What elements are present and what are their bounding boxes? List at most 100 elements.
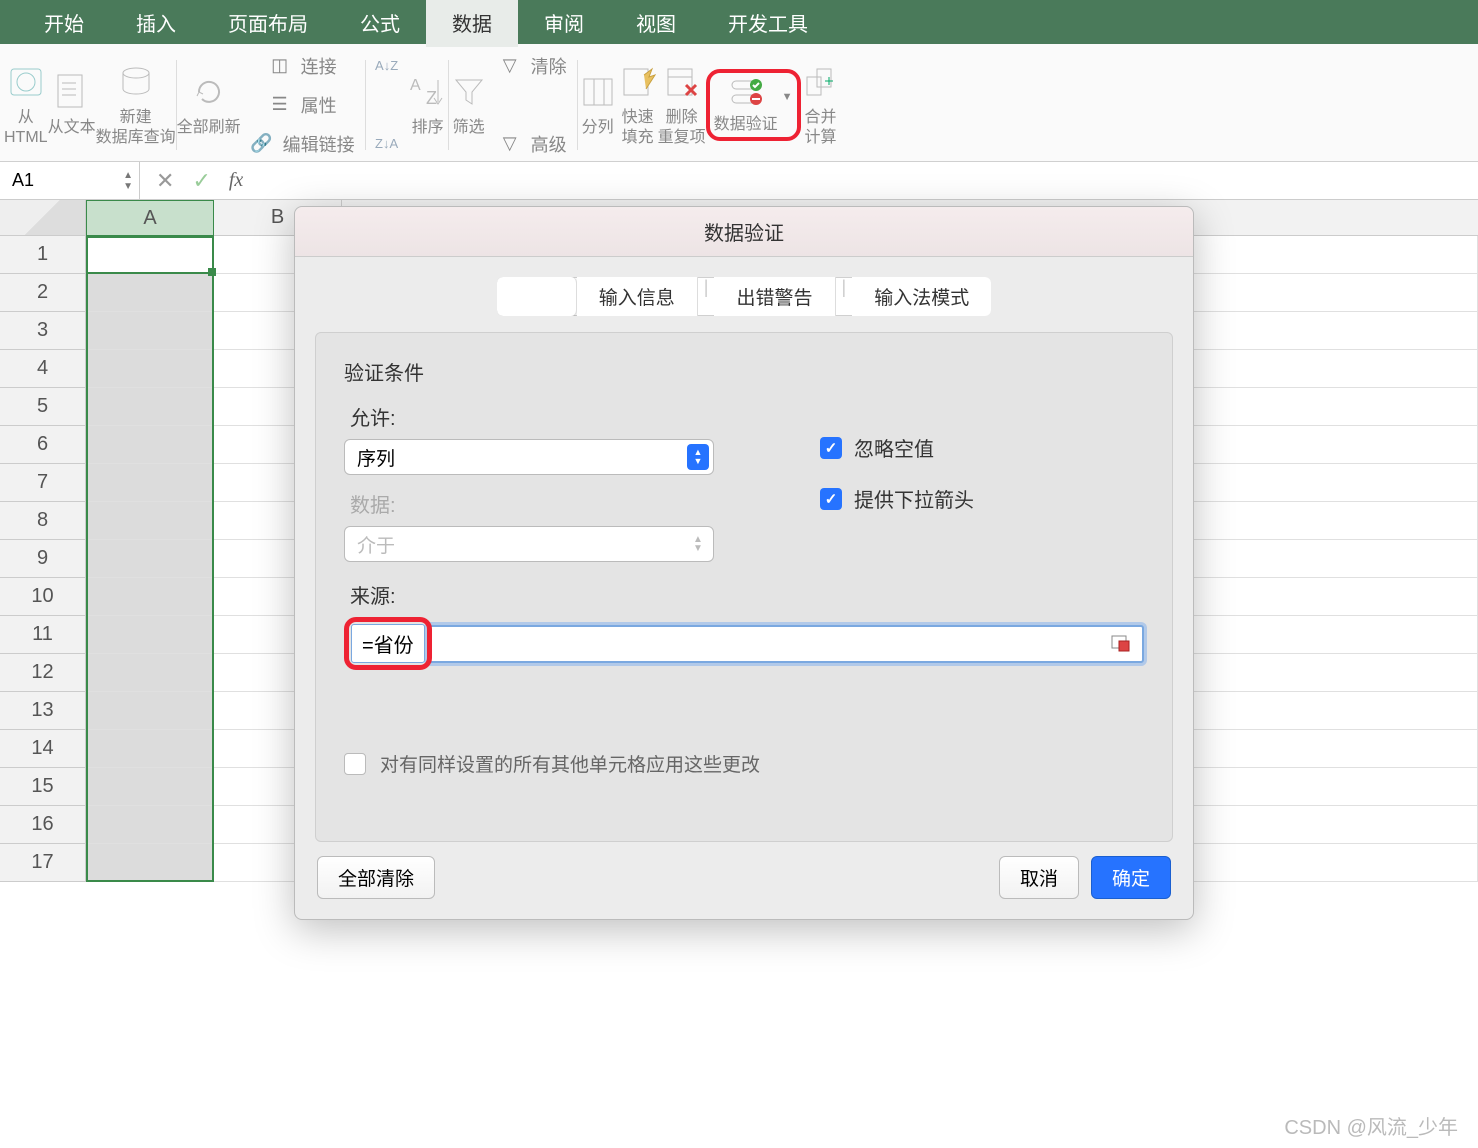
clear-all-button[interactable]: 全部清除 <box>317 856 435 899</box>
watermark: CSDN @风流_少年 <box>1284 1111 1458 1140</box>
cell[interactable] <box>86 692 214 730</box>
edit-links-button[interactable]: 🔗编辑链接 <box>251 128 355 160</box>
funnel-advanced-icon: ▽ <box>499 133 521 155</box>
row-header[interactable]: 10 <box>0 578 86 616</box>
row-header[interactable]: 16 <box>0 806 86 844</box>
advanced-filter-button[interactable]: ▽高级 <box>499 128 567 160</box>
row-header[interactable]: 7 <box>0 464 86 502</box>
properties-button[interactable]: ☰属性 <box>269 89 337 121</box>
tab-layout[interactable]: 页面布局 <box>202 0 334 47</box>
source-input-value[interactable]: =省份 <box>351 624 425 663</box>
row-header[interactable]: 9 <box>0 540 86 578</box>
cell[interactable] <box>86 236 214 274</box>
dropdown-arrow-icon[interactable]: ▼ <box>782 75 793 103</box>
cancel-formula-icon[interactable]: ✕ <box>156 168 174 194</box>
tab-ime-mode[interactable]: 输入法模式 <box>852 277 991 316</box>
data-label: 数据: <box>350 489 1144 518</box>
sort-desc-button[interactable]: Z↓A <box>376 128 398 160</box>
sort-asc-button[interactable]: A↓Z <box>376 50 398 82</box>
cell[interactable] <box>86 388 214 426</box>
text-to-columns-button[interactable]: 分列 <box>578 72 618 138</box>
tab-devtools[interactable]: 开发工具 <box>702 0 834 47</box>
tab-data[interactable]: 数据 <box>426 0 518 47</box>
tab-input-message[interactable]: 输入信息 <box>577 277 698 316</box>
dialog-tabs: 输入信息 | 出错警告 | 输入法模式 <box>295 257 1193 332</box>
cell[interactable] <box>86 312 214 350</box>
row-header[interactable]: 17 <box>0 844 86 882</box>
cell[interactable] <box>86 274 214 312</box>
database-icon <box>116 62 156 102</box>
row-header[interactable]: 8 <box>0 502 86 540</box>
text-file-icon <box>52 72 92 112</box>
data-validation-highlight: 数据验证 ▼ <box>706 69 801 141</box>
tab-settings[interactable] <box>497 277 577 316</box>
row-header[interactable]: 12 <box>0 654 86 692</box>
select-all-corner[interactable] <box>0 200 86 236</box>
row-header[interactable]: 15 <box>0 768 86 806</box>
allow-label: 允许: <box>350 402 1144 431</box>
row-header[interactable]: 2 <box>0 274 86 312</box>
tab-start[interactable]: 开始 <box>18 0 110 47</box>
confirm-formula-icon[interactable]: ✓ <box>192 168 210 194</box>
cell[interactable] <box>86 540 214 578</box>
dialog-footer: 全部清除 取消 确定 <box>295 856 1193 919</box>
data-validation-dialog: 数据验证 输入信息 | 出错警告 | 输入法模式 验证条件 允许: 序列 ▲▼ … <box>294 206 1194 920</box>
row-header[interactable]: 1 <box>0 236 86 274</box>
tab-insert[interactable]: 插入 <box>110 0 202 47</box>
row-header[interactable]: 3 <box>0 312 86 350</box>
funnel-icon <box>449 72 489 112</box>
cell[interactable] <box>86 426 214 464</box>
cell[interactable] <box>86 502 214 540</box>
data-validation-button[interactable]: 数据验证 ▼ <box>714 75 793 135</box>
row-header[interactable]: 4 <box>0 350 86 388</box>
cell[interactable] <box>86 768 214 806</box>
flash-fill-button[interactable]: 快速 填充 <box>618 62 658 148</box>
connections-button[interactable]: ◫连接 <box>269 50 337 82</box>
source-input[interactable] <box>427 625 1144 663</box>
from-text-button[interactable]: 从文本 <box>48 72 96 138</box>
row-header[interactable]: 6 <box>0 426 86 464</box>
ribbon-body: 从 HTML 从文本 新建 数据库查询 全部刷新 ◫连接 ☰属性 🔗编辑链接 A… <box>0 44 1478 162</box>
row-header[interactable]: 5 <box>0 388 86 426</box>
allow-select[interactable]: 序列 ▲▼ <box>344 439 714 475</box>
cell[interactable] <box>86 464 214 502</box>
tab-formula[interactable]: 公式 <box>334 0 426 47</box>
refresh-all-button[interactable]: 全部刷新 <box>177 72 241 138</box>
fx-icon[interactable]: fx <box>229 169 243 192</box>
ignore-blank-checkbox[interactable]: ✓ 忽略空值 <box>820 433 974 462</box>
ribbon-tabs: 开始 插入 页面布局 公式 数据 审阅 视图 开发工具 <box>0 0 1478 44</box>
sort-button[interactable]: AZ 排序 <box>408 72 448 138</box>
cell[interactable] <box>86 616 214 654</box>
from-html-button[interactable]: 从 HTML <box>4 62 48 148</box>
consolidate-button[interactable]: 合并 计算 <box>801 62 841 148</box>
cell[interactable] <box>86 730 214 768</box>
cell[interactable] <box>86 844 214 882</box>
row-header[interactable]: 14 <box>0 730 86 768</box>
name-box[interactable]: A1 ▲▼ <box>0 162 140 199</box>
column-header-a[interactable]: A <box>86 200 214 236</box>
funnel-clear-icon: ▽ <box>499 55 521 77</box>
dialog-title: 数据验证 <box>295 207 1193 257</box>
cancel-button[interactable]: 取消 <box>999 856 1079 899</box>
row-header[interactable]: 11 <box>0 616 86 654</box>
name-box-stepper[interactable]: ▲▼ <box>123 170 133 192</box>
range-select-icon[interactable] <box>1110 635 1132 653</box>
cell[interactable] <box>86 350 214 388</box>
clear-filter-button[interactable]: ▽清除 <box>499 50 567 82</box>
filter-button[interactable]: 筛选 <box>449 72 489 138</box>
cell[interactable] <box>86 654 214 692</box>
cell[interactable] <box>86 578 214 616</box>
remove-duplicates-button[interactable]: 删除 重复项 <box>658 62 706 148</box>
row-header[interactable]: 13 <box>0 692 86 730</box>
refresh-icon <box>189 72 229 112</box>
sort-asc-icon: A↓Z <box>376 55 398 77</box>
columns-icon <box>578 72 618 112</box>
new-db-query-button[interactable]: 新建 数据库查询 <box>96 62 176 148</box>
in-cell-dropdown-checkbox[interactable]: ✓ 提供下拉箭头 <box>820 484 974 513</box>
tab-error-alert[interactable]: 出错警告 <box>714 277 835 316</box>
cell[interactable] <box>86 806 214 844</box>
select-arrows-icon: ▲▼ <box>687 531 709 557</box>
tab-review[interactable]: 审阅 <box>518 0 610 47</box>
ok-button[interactable]: 确定 <box>1091 856 1171 899</box>
tab-view[interactable]: 视图 <box>610 0 702 47</box>
